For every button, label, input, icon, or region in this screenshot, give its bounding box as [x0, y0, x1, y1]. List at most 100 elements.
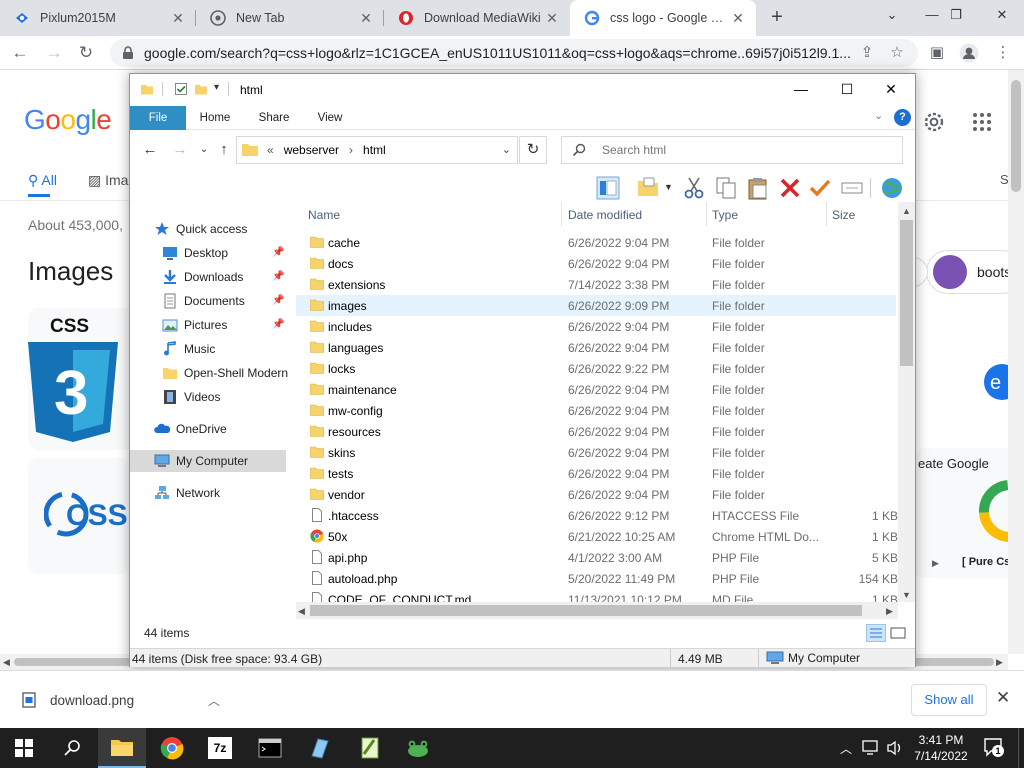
taskbar-notepad-plus-plus[interactable]	[346, 728, 394, 768]
chevron-down-icon[interactable]: ▼	[664, 182, 673, 192]
folder-row[interactable]: includes 6/26/2022 9:04 PM File folder	[296, 316, 896, 337]
bookmark-star-icon[interactable]: ☆	[886, 42, 908, 64]
tab-view[interactable]: View	[306, 106, 354, 130]
recent-locations-dropdown[interactable]: ⌄	[194, 140, 214, 160]
scroll-left-arrow[interactable]: ◀	[3, 657, 10, 668]
chevron-down-icon[interactable]: ⌄	[874, 109, 883, 122]
copy-icon[interactable]	[714, 176, 738, 200]
pin-icon[interactable]: 📌	[272, 271, 284, 282]
column-header-type[interactable]: Type	[712, 208, 738, 222]
back-button[interactable]: ←	[8, 41, 32, 65]
close-icon[interactable]: ✕	[730, 10, 746, 26]
close-icon[interactable]: ✕	[170, 10, 186, 26]
show-hidden-icons-chevron[interactable]: ︿	[840, 740, 852, 757]
properties-check-icon[interactable]	[174, 82, 188, 96]
show-desktop-button[interactable]	[1018, 728, 1024, 768]
file-row[interactable]: .htaccess 6/26/2022 9:12 PM HTACCESS File 1…	[296, 505, 898, 526]
nav-onedrive[interactable]: OneDrive	[154, 418, 227, 440]
breadcrumb-webserver[interactable]: webserver	[284, 143, 339, 157]
chevron-right-icon[interactable]: ›	[349, 143, 353, 157]
column-divider[interactable]	[561, 202, 562, 226]
back-button[interactable]: ←	[140, 140, 160, 160]
maximize-button[interactable]: ☐	[824, 74, 870, 104]
taskbar-clock[interactable]: 3:41 PM 7/14/2022	[906, 732, 976, 764]
tab-images[interactable]: ▨ Ima	[88, 172, 128, 189]
folder-options-icon[interactable]	[636, 176, 660, 200]
css-logo-thumbnail[interactable]: CSS	[28, 458, 130, 574]
folder-row[interactable]: locks 6/26/2022 9:22 PM File folder	[296, 358, 896, 379]
scroll-right-arrow[interactable]: ▶	[996, 657, 1003, 668]
tab-home[interactable]: Home	[190, 106, 240, 130]
css3-logo-thumbnail[interactable]: CSS 3	[28, 308, 138, 450]
side-panel-icon[interactable]: ▣	[926, 42, 948, 64]
pin-icon[interactable]: 📌	[272, 247, 284, 258]
folder-row[interactable]: vendor 6/26/2022 9:04 PM File folder	[296, 484, 896, 505]
nav-videos[interactable]: Videos	[162, 386, 220, 408]
minimize-button[interactable]: —	[778, 74, 824, 104]
nav-pictures[interactable]: Pictures 📌	[162, 314, 284, 336]
tab-file[interactable]: File	[130, 106, 186, 130]
folder-row[interactable]: extensions 7/14/2022 3:38 PM File folder	[296, 274, 896, 295]
column-header-size[interactable]: Size	[832, 208, 855, 222]
taskbar-command-prompt[interactable]	[246, 728, 294, 768]
search-input[interactable]	[602, 143, 882, 157]
new-tab-button[interactable]: +	[766, 6, 788, 28]
download-item[interactable]: download.png ︿	[10, 681, 230, 719]
profile-avatar[interactable]	[958, 42, 980, 64]
rename-icon[interactable]	[840, 176, 864, 200]
chevron-down-icon[interactable]: ⌄	[502, 143, 511, 156]
checkmark-icon[interactable]	[808, 176, 832, 200]
notification-center[interactable]: 1	[982, 736, 1006, 760]
new-folder-icon[interactable]	[194, 82, 208, 96]
scrollbar-thumb[interactable]	[310, 605, 862, 616]
reload-button[interactable]: ↻	[74, 41, 98, 65]
folder-row[interactable]: maintenance 6/26/2022 9:04 PM File folder	[296, 379, 896, 400]
file-row[interactable]: CODE_OF_CONDUCT.md 11/13/2021 10:12 PM MD …	[296, 589, 898, 602]
customize-quick-access-dropdown[interactable]: ▾	[214, 82, 219, 93]
chevron-up-icon[interactable]: ︿	[208, 692, 220, 709]
taskbar-frog-app[interactable]	[394, 728, 442, 768]
file-row[interactable]: api.php 4/1/2022 3:00 AM PHP File 5 KB	[296, 547, 898, 568]
path-input[interactable]: « webserver › html ⌄	[236, 136, 518, 164]
paste-icon[interactable]	[746, 176, 770, 200]
close-icon[interactable]: ✕	[996, 688, 1010, 708]
up-button[interactable]: ↑	[214, 140, 234, 160]
delete-icon[interactable]	[778, 176, 802, 200]
folder-row[interactable]: images 6/26/2022 9:09 PM File folder	[296, 295, 896, 316]
folder-row[interactable]: resources 6/26/2022 9:04 PM File folder	[296, 421, 896, 442]
close-icon[interactable]: ✕	[544, 10, 560, 26]
taskbar-notepad-app[interactable]	[296, 728, 344, 768]
address-bar[interactable]: google.com/search?q=css+logo&rlz=1C1GCEA…	[110, 39, 918, 67]
tab-pixlum[interactable]: Pixlum2015M ✕	[0, 0, 196, 36]
folder-row[interactable]: tests 6/26/2022 9:04 PM File folder	[296, 463, 896, 484]
play-icon[interactable]: ▶	[932, 558, 939, 569]
search-box[interactable]	[561, 136, 903, 164]
scroll-left-arrow[interactable]: ◀	[298, 606, 305, 617]
taskbar-file-explorer[interactable]	[98, 728, 146, 768]
file-list-horizontal-scrollbar[interactable]: ◀ ▶	[296, 602, 898, 619]
scroll-right-arrow[interactable]: ▶	[886, 606, 893, 617]
taskbar-chrome[interactable]	[148, 728, 196, 768]
folder-row[interactable]: skins 6/26/2022 9:04 PM File folder	[296, 442, 896, 463]
details-view-button[interactable]	[866, 624, 886, 642]
tab-all[interactable]: ⚲ All	[28, 172, 57, 189]
tab-share[interactable]: Share	[248, 106, 300, 130]
column-divider[interactable]	[706, 202, 707, 226]
google-logo[interactable]: Google	[24, 104, 112, 136]
scroll-down-arrow[interactable]: ▼	[902, 590, 911, 600]
folder-row[interactable]: docs 6/26/2022 9:04 PM File folder	[296, 253, 896, 274]
menu-kebab-icon[interactable]: ⋮	[992, 42, 1014, 64]
page-scrollbar[interactable]	[1008, 70, 1024, 654]
close-window-button[interactable]: ✕	[980, 0, 1024, 30]
breadcrumb-html[interactable]: html	[363, 143, 386, 157]
search-button[interactable]	[48, 728, 96, 768]
show-all-button[interactable]: Show all	[911, 684, 987, 716]
file-row[interactable]: 50x 6/21/2022 10:25 AM Chrome HTML Do... 1 …	[296, 526, 898, 547]
nav-music[interactable]: Music	[162, 338, 215, 360]
network-icon[interactable]	[862, 740, 880, 756]
folder-row[interactable]: mw-config 6/26/2022 9:04 PM File folder	[296, 400, 896, 421]
tab-download-mediawiki[interactable]: Download MediaWiki ✕	[384, 0, 570, 36]
nav-network[interactable]: Network	[154, 482, 220, 504]
volume-icon[interactable]	[886, 740, 904, 756]
folder-row[interactable]: cache 6/26/2022 9:04 PM File folder	[296, 232, 896, 253]
